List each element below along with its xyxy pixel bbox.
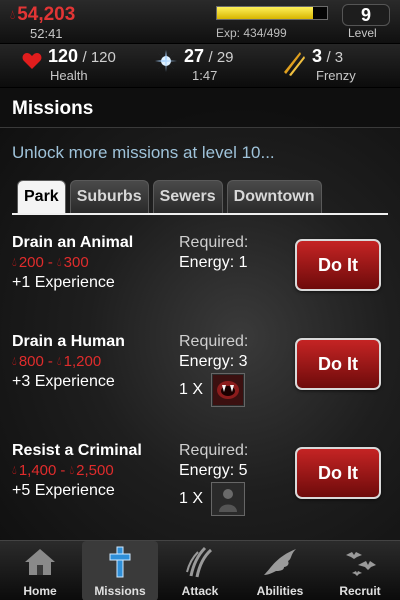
reward-min: 800 bbox=[18, 353, 44, 370]
nav-label: Abilities bbox=[256, 584, 304, 598]
mission-name: Resist a Criminal bbox=[12, 442, 142, 459]
status-bar: 💧︎ 54,203 52:41 Exp: 434/499 9 Level bbox=[0, 0, 400, 44]
nav-attack[interactable]: Attack bbox=[162, 541, 238, 600]
required-energy: Energy: 3 bbox=[179, 353, 248, 370]
mission-experience: +3 Experience bbox=[12, 373, 115, 390]
required-label: Required: bbox=[179, 333, 249, 350]
reward-max: 2,500 bbox=[76, 462, 114, 479]
mission-name: Drain an Animal bbox=[12, 234, 134, 251]
blood-drop-icon: 💧︎ bbox=[56, 354, 62, 368]
do-it-button[interactable]: Do It bbox=[295, 338, 381, 390]
level-label: Level bbox=[348, 26, 377, 40]
blood-money-value: 54,203 bbox=[17, 4, 76, 25]
claw-marks-icon bbox=[162, 546, 238, 578]
blood-drop-icon: 💧︎ bbox=[12, 463, 17, 477]
shadow-figure-icon bbox=[211, 482, 246, 516]
unlock-message[interactable]: Unlock more missions at level 10... bbox=[12, 143, 275, 163]
exp-bar bbox=[216, 6, 328, 20]
health-label: Health bbox=[50, 68, 88, 83]
exp-bar-fill bbox=[217, 7, 313, 19]
required-item: 1 X bbox=[179, 373, 246, 407]
blood-drop-icon: 💧︎ bbox=[10, 7, 16, 22]
mission-reward: 💧︎ 200 - 💧︎ 300 bbox=[12, 254, 89, 271]
reward-max: 300 bbox=[63, 254, 89, 271]
nav-label: Attack bbox=[181, 584, 219, 598]
do-it-button[interactable]: Do It bbox=[295, 447, 381, 499]
required-label: Required: bbox=[179, 234, 249, 251]
blood-drop-icon: 💧︎ bbox=[56, 255, 62, 269]
mission-experience: +5 Experience bbox=[12, 482, 115, 499]
nav-recruit[interactable]: Recruit bbox=[322, 541, 398, 600]
frenzy-slash-icon bbox=[284, 52, 305, 76]
bats-icon bbox=[322, 546, 398, 578]
do-it-button[interactable]: Do It bbox=[295, 239, 381, 291]
reward-min: 200 bbox=[18, 254, 44, 271]
exp-text: Exp: 434/499 bbox=[216, 26, 287, 40]
energy-value: 27 bbox=[184, 46, 205, 66]
nav-label: Home bbox=[23, 584, 57, 598]
required-energy: Energy: 1 bbox=[179, 254, 248, 271]
frenzy-stat: 3 / 3 Frenzy bbox=[312, 46, 356, 83]
missions-header: Missions bbox=[0, 88, 400, 128]
mission-experience: +1 Experience bbox=[12, 274, 115, 291]
item-quantity: 1 X bbox=[179, 490, 204, 507]
health-max: / 120 bbox=[82, 49, 116, 66]
frenzy-value: 3 bbox=[312, 46, 323, 66]
blood-drop-icon: 💧︎ bbox=[12, 255, 17, 269]
location-tabs: Park Suburbs Sewers Downtown bbox=[17, 180, 326, 213]
blood-drop-icon: 💧︎ bbox=[12, 354, 17, 368]
cross-icon bbox=[82, 546, 158, 578]
nav-label: Missions bbox=[94, 584, 146, 598]
energy-spark-icon bbox=[155, 50, 177, 72]
house-icon bbox=[2, 546, 78, 578]
tab-underline bbox=[12, 213, 388, 215]
nav-abilities[interactable]: Abilities bbox=[242, 541, 318, 600]
energy-timer: 1:47 bbox=[192, 68, 218, 83]
health-stat: 120 / 120 Health bbox=[48, 46, 116, 83]
nav-missions[interactable]: Missions bbox=[82, 541, 158, 600]
fangs-icon bbox=[211, 373, 246, 407]
required-energy: Energy: 5 bbox=[179, 462, 248, 479]
blood-money: 💧︎ 54,203 bbox=[10, 4, 75, 26]
reward-separator: - bbox=[47, 254, 53, 271]
mission-reward: 💧︎ 800 - 💧︎ 1,200 bbox=[12, 353, 101, 370]
blood-timer: 52:41 bbox=[30, 26, 63, 41]
heart-icon bbox=[22, 53, 42, 69]
blood-drop-icon: 💧︎ bbox=[69, 463, 75, 477]
energy-stat: 27 / 29 1:47 bbox=[184, 46, 234, 83]
nav-home[interactable]: Home bbox=[2, 541, 78, 600]
frenzy-label: Frenzy bbox=[316, 68, 356, 83]
mission-name: Drain a Human bbox=[12, 333, 125, 350]
reward-separator: - bbox=[47, 353, 53, 370]
reward-max: 1,200 bbox=[63, 353, 102, 370]
tab-sewers[interactable]: Sewers bbox=[152, 180, 223, 213]
level-value: 9 bbox=[342, 4, 390, 26]
reward-separator: - bbox=[60, 462, 66, 479]
bottom-nav: Home Missions Attack Abilities Recruit bbox=[0, 540, 400, 600]
game-screen: 💧︎ 54,203 52:41 Exp: 434/499 9 Level 120… bbox=[0, 0, 400, 600]
required-item: 1 X bbox=[179, 482, 246, 516]
bat-wing-icon bbox=[242, 546, 318, 578]
stats-bar: 120 / 120 Health 27 / 29 1:47 3 / 3 Fren… bbox=[0, 44, 400, 88]
tab-suburbs[interactable]: Suburbs bbox=[69, 180, 149, 213]
item-quantity: 1 X bbox=[179, 381, 204, 398]
tab-downtown[interactable]: Downtown bbox=[226, 180, 322, 213]
reward-min: 1,400 bbox=[18, 462, 57, 479]
nav-label: Recruit bbox=[339, 584, 381, 598]
energy-max: / 29 bbox=[208, 49, 234, 66]
frenzy-max: / 3 bbox=[326, 49, 344, 66]
mission-reward: 💧︎ 1,400 - 💧︎ 2,500 bbox=[12, 462, 114, 479]
page-title: Missions bbox=[12, 98, 94, 119]
required-label: Required: bbox=[179, 442, 249, 459]
tab-park[interactable]: Park bbox=[17, 180, 66, 213]
health-value: 120 bbox=[48, 46, 79, 66]
